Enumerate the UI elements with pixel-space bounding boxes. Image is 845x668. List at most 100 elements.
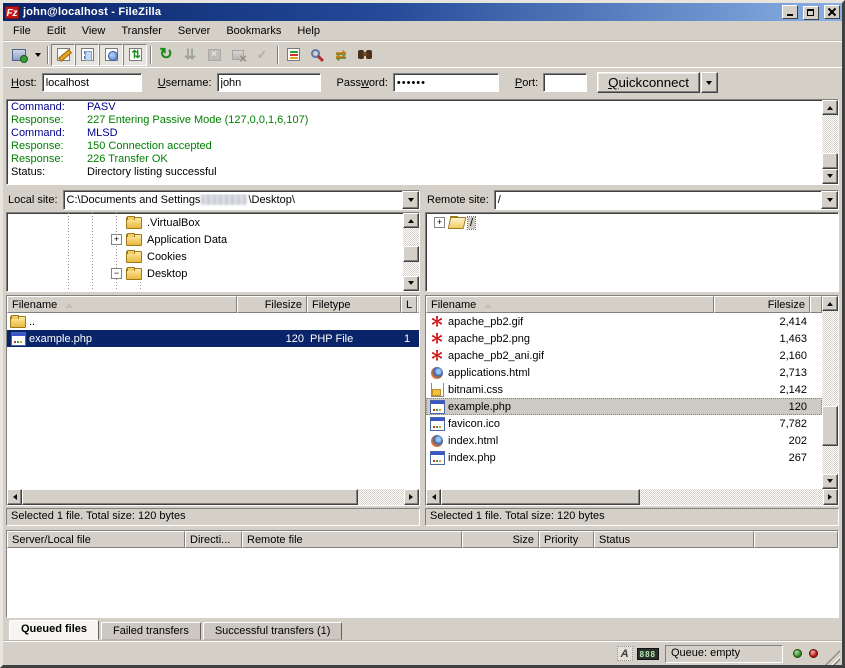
quickconnect-dropdown-button[interactable] <box>701 72 718 93</box>
minimize-button[interactable] <box>782 5 798 19</box>
file-row-ico[interactable]: favicon.ico7,782 <box>426 415 822 432</box>
toolbar-button-remote-treeview[interactable] <box>99 44 123 66</box>
file-row-firefox[interactable]: index.html202 <box>426 432 822 449</box>
local-list-hscrollbar[interactable] <box>7 489 419 505</box>
toolbar-button-reconnect[interactable] <box>250 44 274 66</box>
window-title: john@localhost - FileZilla <box>23 6 780 18</box>
scroll-up-button[interactable] <box>822 296 838 311</box>
toolbar-button-synchronized-browsing[interactable] <box>329 44 353 66</box>
column-header[interactable]: Server/Local file <box>7 531 185 548</box>
speed-limits-icon[interactable]: 888 <box>637 648 659 660</box>
menu-item[interactable]: Bookmarks <box>218 23 289 39</box>
remote-site-dropdown-button[interactable] <box>821 191 838 209</box>
queue-tab[interactable]: Failed transfers <box>101 622 201 640</box>
toolbar-button[interactable] <box>44 45 51 65</box>
local-tree-scrollbar[interactable] <box>403 213 419 291</box>
menu-item[interactable]: Server <box>170 23 218 39</box>
toolbar-button-message-log[interactable] <box>51 44 75 66</box>
menu-item[interactable]: View <box>74 23 114 39</box>
scrollbar-thumb[interactable] <box>822 406 838 446</box>
remote-site-combobox[interactable]: / <box>494 190 839 210</box>
toolbar-button-cancel[interactable] <box>202 44 226 66</box>
column-header[interactable]: Size <box>462 531 539 548</box>
file-row-php[interactable]: index.php267 <box>426 449 822 466</box>
column-header[interactable]: L <box>401 296 417 313</box>
remote-list-hscrollbar[interactable] <box>426 489 838 505</box>
scrollbar-thumb[interactable] <box>403 246 419 262</box>
scroll-left-button[interactable] <box>7 489 22 505</box>
port-input[interactable] <box>543 73 587 92</box>
filezilla-window: Fz john@localhost - FileZilla FileEditVi… <box>0 0 845 668</box>
column-header[interactable]: Filetype <box>307 296 401 313</box>
resize-grip[interactable] <box>825 650 840 665</box>
column-header[interactable]: Directi... <box>185 531 242 548</box>
tree-expander-icon[interactable]: + <box>434 217 445 228</box>
toolbar-button-filename-filters[interactable] <box>281 44 305 66</box>
scroll-down-button[interactable] <box>822 474 838 489</box>
menu-item[interactable]: Transfer <box>113 23 170 39</box>
password-input[interactable] <box>393 73 499 92</box>
scrollbar-thumb[interactable] <box>822 153 838 169</box>
file-row-apache[interactable]: apache_pb2.png1,463 <box>426 330 822 347</box>
toolbar-button-process-queue[interactable] <box>178 44 202 66</box>
transfer-type-icon[interactable]: A <box>617 646 633 661</box>
close-button[interactable] <box>824 5 840 19</box>
chevron-down-icon <box>706 81 712 88</box>
menu-item[interactable]: Edit <box>39 23 74 39</box>
toolbar-button-directory-comparison[interactable] <box>305 44 329 66</box>
column-header[interactable]: Filesize <box>714 296 810 313</box>
scroll-up-button[interactable] <box>822 100 838 115</box>
file-row-folder[interactable]: .. <box>7 313 419 330</box>
tree-expander-icon[interactable]: + <box>111 234 122 245</box>
toolbar-button[interactable] <box>274 45 281 65</box>
file-row-apache[interactable]: apache_pb2_ani.gif2,160 <box>426 347 822 364</box>
menu-item[interactable]: Help <box>289 23 328 39</box>
column-header[interactable]: Filename <box>426 296 714 313</box>
username-input[interactable] <box>217 73 321 92</box>
quickconnect-button[interactable]: Quickconnect <box>597 72 700 93</box>
column-header[interactable]: Filename <box>7 296 237 313</box>
toolbar-button-transfer-queue[interactable] <box>123 44 147 66</box>
column-header[interactable]: Remote file <box>242 531 462 548</box>
host-input[interactable] <box>42 73 142 92</box>
scroll-right-button[interactable] <box>823 489 838 505</box>
log-scrollbar[interactable] <box>822 100 838 184</box>
toolbar-button-find-files[interactable] <box>353 44 377 66</box>
scroll-right-button[interactable] <box>404 489 419 505</box>
local-site-dropdown-button[interactable] <box>402 191 419 209</box>
scroll-up-button[interactable] <box>403 213 419 228</box>
remote-list-scrollbar[interactable] <box>822 296 838 489</box>
tree-item-folder[interactable]: .VirtualBox <box>7 214 403 231</box>
toolbar-button-refresh[interactable] <box>154 44 178 66</box>
tree-item-folder-open[interactable]: +/ <box>426 214 838 231</box>
column-header[interactable]: Status <box>594 531 754 548</box>
file-row-php[interactable]: example.php120PHP File1 <box>7 330 419 347</box>
queue-tab[interactable]: Queued files <box>9 620 99 640</box>
menu-item[interactable]: File <box>5 23 39 39</box>
folder-icon <box>126 216 142 230</box>
tree-expander-icon[interactable]: − <box>111 268 122 279</box>
scrollbar-thumb[interactable] <box>441 489 640 505</box>
toolbar-button[interactable] <box>147 45 154 65</box>
toolbar-button-dropdown[interactable] <box>31 44 44 66</box>
remote-file-list: FilenameFilesize apache_pb2.gif2,414apac… <box>425 295 839 506</box>
queue-tab[interactable]: Successful transfers (1) <box>203 622 343 640</box>
toolbar-button-local-treeview[interactable] <box>75 44 99 66</box>
file-row-apache[interactable]: apache_pb2.gif2,414 <box>426 313 822 330</box>
scroll-down-button[interactable] <box>403 276 419 291</box>
column-header[interactable]: Priority <box>539 531 594 548</box>
scrollbar-thumb[interactable] <box>22 489 358 505</box>
maximize-button[interactable] <box>803 6 819 20</box>
toolbar-button-disconnect[interactable] <box>226 44 250 66</box>
file-row-css[interactable]: bitnami.css2,142 <box>426 381 822 398</box>
toolbar-button-site-manager[interactable] <box>7 44 31 66</box>
scroll-down-button[interactable] <box>822 169 838 184</box>
tree-item-folder[interactable]: −Desktop <box>7 265 403 282</box>
file-row-php[interactable]: example.php120 <box>426 398 822 415</box>
column-header[interactable]: Filesize <box>237 296 307 313</box>
scroll-left-button[interactable] <box>426 489 441 505</box>
local-site-combobox[interactable]: C:\Documents and Settings\Desktop\ <box>63 190 420 210</box>
tree-item-folder[interactable]: Cookies <box>7 248 403 265</box>
tree-item-folder[interactable]: +Application Data <box>7 231 403 248</box>
file-row-firefox[interactable]: applications.html2,713 <box>426 364 822 381</box>
